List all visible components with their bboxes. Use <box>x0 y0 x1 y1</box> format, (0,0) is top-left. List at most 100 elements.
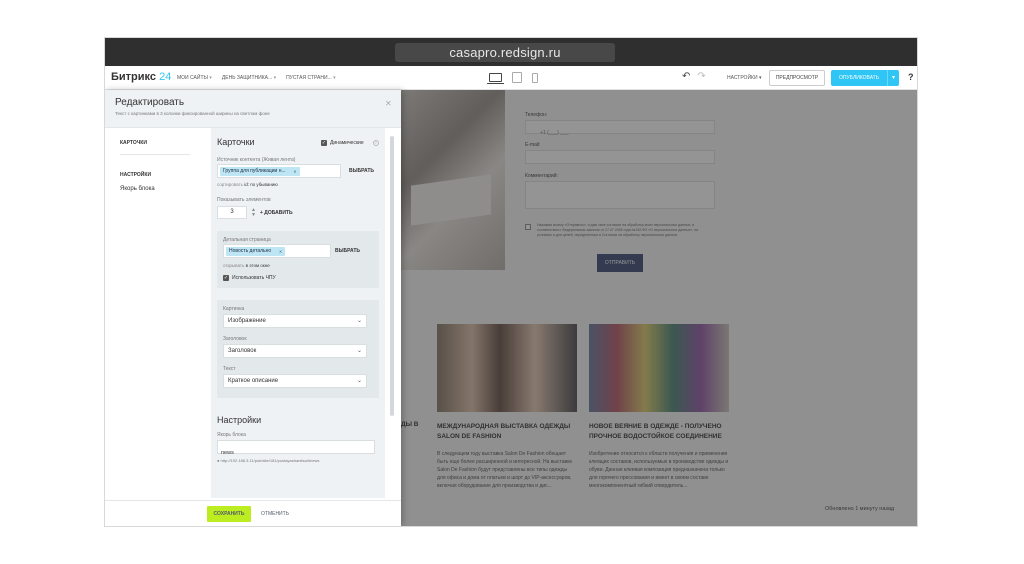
browser-window: casapro.redsign.ru Битрикс 24 МОИ САЙТЫ … <box>105 38 917 526</box>
breadcrumb-label: МОИ САЙТЫ <box>177 75 208 81</box>
news-image[interactable] <box>589 324 729 412</box>
nav-item-anchor[interactable]: Якорь блока <box>120 186 155 192</box>
breadcrumb-label: ПУСТАЯ СТРАНИ... <box>286 75 332 81</box>
sort-hint: сортировать id: по убыванию <box>217 182 278 187</box>
news-text: Изобретение относится к области получени… <box>589 451 729 489</box>
add-button[interactable]: + ДОБАВИТЬ <box>260 210 293 216</box>
panel-scrollbar[interactable] <box>387 128 397 498</box>
text-value: Краткое описание <box>228 378 279 384</box>
picture-select[interactable]: Изображение ⌄ <box>223 314 367 328</box>
close-icon[interactable]: ✕ <box>279 247 282 256</box>
heading-label: Заголовок <box>223 336 247 342</box>
breadcrumb-site[interactable]: ДЕНЬ ЗАЩИТНИКА... ▾ <box>222 75 276 81</box>
news-title[interactable]: НОВОЕ ВЕЯНИЕ В ОДЕЖДЕ - ПОЛУЧЕНО ПРОЧНОЕ… <box>589 422 729 442</box>
open-hint-prefix: открывать <box>223 263 245 268</box>
sort-hint-prefix: сортировать <box>217 182 243 187</box>
phone-field[interactable]: +1 (___) ___ <box>525 120 715 136</box>
consent-checkbox[interactable] <box>525 224 531 230</box>
detail-tag[interactable]: Новость детально ✕ <box>226 247 286 256</box>
comment-label: Комментарий: <box>525 173 558 179</box>
news-card[interactable]: НОВОЕ ВЕЯНИЕ В ОДЕЖДЕ - ПОЛУЧЕНО ПРОЧНОЕ… <box>589 324 729 490</box>
phone-icon[interactable] <box>532 72 538 83</box>
undo-icon[interactable]: ↶ <box>682 71 690 82</box>
bitrix-logo[interactable]: Битрикс 24 <box>111 71 171 83</box>
breadcrumb-page[interactable]: ПУСТАЯ СТРАНИ... ▾ <box>286 75 336 81</box>
news-title[interactable]: МЕЖДУНАРОДНАЯ ВЫСТАВКА ОДЕЖДЫ SALON DE F… <box>437 422 577 442</box>
close-icon[interactable]: ✕ <box>385 99 392 108</box>
source-tag[interactable]: Группа для публикации н... ✕ <box>220 167 300 176</box>
dynamic-toggle[interactable]: ✓ Динамические ? <box>321 140 379 146</box>
check-icon[interactable]: ✓ <box>223 275 229 281</box>
tablet-icon[interactable] <box>512 72 522 83</box>
news-text: В следующем году выставка Salon De Fashi… <box>437 451 573 489</box>
redo-icon[interactable]: ↷ <box>697 71 705 82</box>
breadcrumb-my-sites[interactable]: МОИ САЙТЫ ▾ <box>177 75 212 81</box>
settings-dropdown[interactable]: НАСТРОЙКИ ▾ <box>727 75 761 81</box>
breadcrumb: МОИ САЙТЫ ▾ ДЕНЬ ЗАЩИТНИКА... ▾ ПУСТАЯ С… <box>177 75 336 81</box>
edit-panel-header: Редактировать Текст с картинками в 3 кол… <box>105 90 401 128</box>
scrollbar-thumb[interactable] <box>390 136 394 416</box>
logo-text: Битрикс <box>111 71 157 83</box>
logo-number: 24 <box>159 71 172 83</box>
heading-select[interactable]: Заголовок ⌄ <box>223 344 367 358</box>
publish-button[interactable]: ОПУБЛИКОВАТЬ ▾ <box>831 70 899 86</box>
detail-field[interactable]: Новость детально ✕ <box>223 244 331 258</box>
chevron-down-icon: ⌄ <box>356 318 362 324</box>
show-count-stepper: 3 ▲ ▼ + ДОБАВИТЬ <box>217 206 293 219</box>
panel-title: Редактировать <box>115 97 185 108</box>
choose-detail-link[interactable]: ВЫБРАТЬ <box>335 248 360 254</box>
anchor-input[interactable]: news <box>217 440 375 456</box>
hero-image <box>401 90 505 270</box>
chevron-down-icon: ⌄ <box>356 378 362 384</box>
source-field[interactable]: Группа для публикации н... ✕ <box>217 164 341 178</box>
source-label: Источник контента (Живая лента) <box>217 157 296 163</box>
cancel-button[interactable]: ОТМЕНИТЬ <box>257 506 293 522</box>
help-icon[interactable]: ? <box>372 140 379 146</box>
show-count-input[interactable]: 3 <box>217 206 247 219</box>
anchor-label: Якорь блока <box>217 432 246 438</box>
chevron-down-icon[interactable]: ▾ <box>887 70 899 86</box>
choose-source-link[interactable]: ВЫБРАТЬ <box>349 168 374 174</box>
source-value: Группа для публикации н... <box>223 168 286 174</box>
chevron-down-icon: ▾ <box>333 75 336 81</box>
nav-item-cards[interactable]: КАРТОЧКИ <box>120 140 147 146</box>
text-label: Текст <box>223 366 236 372</box>
phone-value: +1 (___) ___ <box>540 130 569 136</box>
email-label: E-mail: <box>525 142 541 148</box>
use-cpu-label: Использовать ЧПУ <box>232 275 276 281</box>
use-cpu-toggle[interactable]: ✓ Использовать ЧПУ <box>223 275 276 281</box>
address-bar[interactable]: casapro.redsign.ru <box>395 43 615 62</box>
chevron-down-icon: ⌄ <box>356 348 362 354</box>
help-icon[interactable]: ? <box>908 72 914 82</box>
settings-label: НАСТРОЙКИ <box>727 75 758 81</box>
panel-subtitle: Текст с картинками в 3 колонки фиксирова… <box>115 111 270 116</box>
anchor-url: http://192.168.3.11/pub/site/181/pustaya… <box>220 458 320 463</box>
detail-page-group: Детальная страница Новость детально ✕ ВЫБ… <box>217 231 379 288</box>
screenshot-stage: casapro.redsign.ru Битрикс 24 МОИ САЙТЫ … <box>0 0 1024 564</box>
edit-panel: Редактировать Текст с картинками в 3 кол… <box>105 90 401 526</box>
send-button[interactable]: ОТПРАВИТЬ <box>597 254 643 272</box>
news-card[interactable]: МЕЖДУНАРОДНАЯ ВЫСТАВКА ОДЕЖДЫ SALON DE F… <box>437 324 577 490</box>
comment-field[interactable] <box>525 181 715 209</box>
detail-label: Детальная страница <box>223 237 271 243</box>
stepper-arrows[interactable]: ▲ ▼ <box>251 207 256 218</box>
news-image[interactable] <box>437 324 577 412</box>
check-icon[interactable]: ✓ <box>321 140 327 146</box>
desktop-icon[interactable] <box>487 73 504 84</box>
nav-item-settings[interactable]: НАСТРОЙКИ <box>120 172 151 178</box>
sort-hint-value[interactable]: id: по убыванию <box>244 182 278 187</box>
text-select[interactable]: Краткое описание ⌄ <box>223 374 367 388</box>
save-button[interactable]: СОХРАНИТЬ <box>207 506 251 522</box>
breadcrumb-label: ДЕНЬ ЗАЩИТНИКА... <box>221 75 273 81</box>
close-icon[interactable]: ✕ <box>293 167 296 176</box>
chevron-down-icon: ▾ <box>273 75 277 81</box>
panel-nav: КАРТОЧКИ НАСТРОЙКИ Якорь блока <box>105 128 210 500</box>
news-card-fragment-title[interactable]: ДЫ В <box>401 420 421 430</box>
dynamic-label: Динамические <box>330 140 364 146</box>
chevron-down-icon[interactable]: ▼ <box>251 212 256 218</box>
preview-button[interactable]: ПРЕДПРОСМОТР <box>769 70 825 86</box>
email-field[interactable] <box>525 150 715 164</box>
browser-chrome: casapro.redsign.ru <box>105 38 917 66</box>
consent-text: Нажимая кнопку «Отправить», я даю свое с… <box>537 223 699 237</box>
open-hint-value[interactable]: в этом окне <box>246 263 270 268</box>
